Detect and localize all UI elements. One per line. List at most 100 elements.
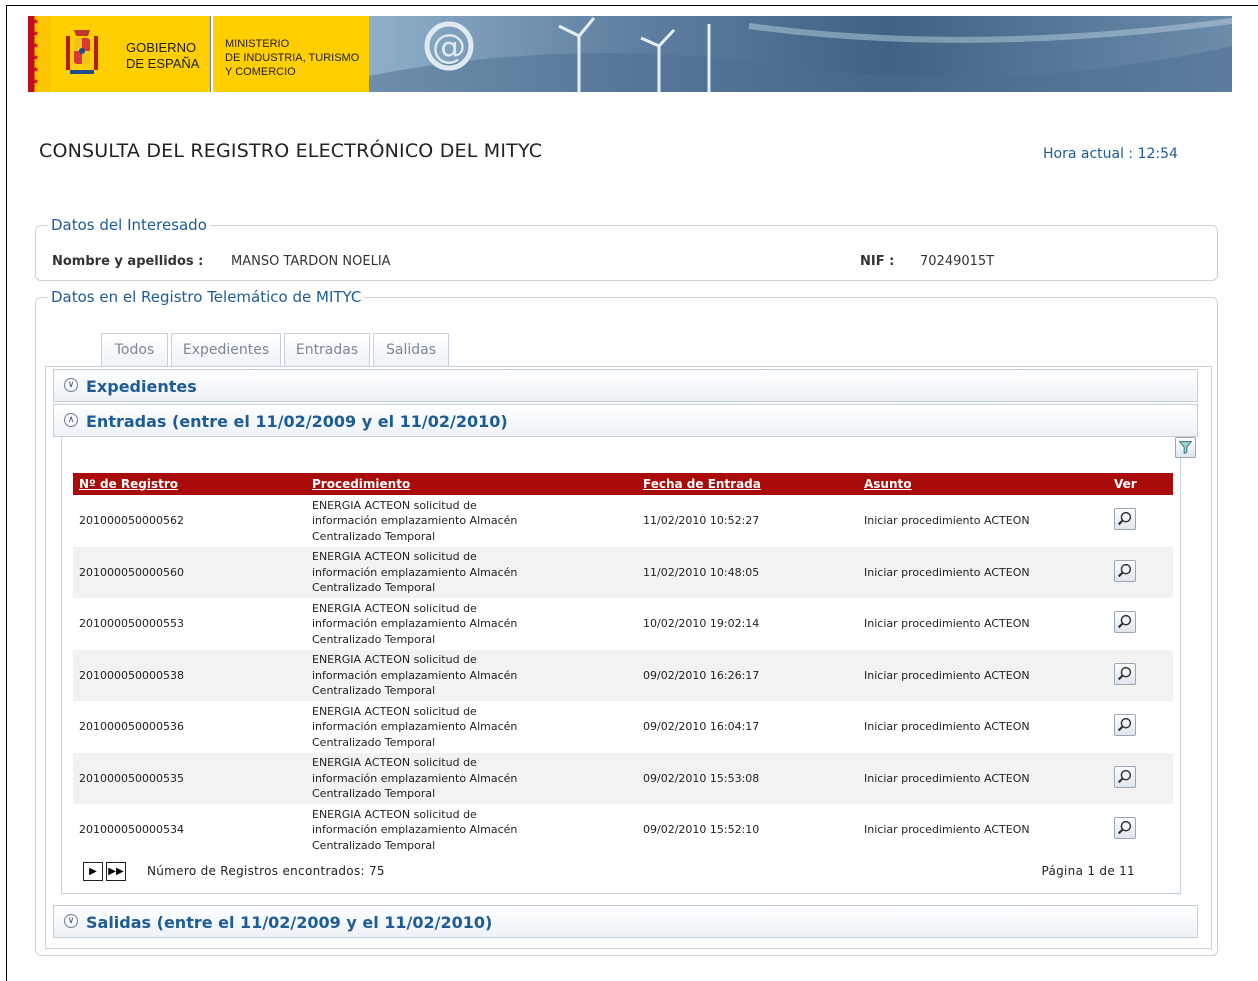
proc-line-1: ENERGIA ACTEON solicitud de bbox=[312, 653, 477, 666]
salidas-panel-title: Salidas (entre el 11/02/2009 y el 11/02/… bbox=[86, 913, 493, 932]
magnifier-icon[interactable] bbox=[1114, 611, 1136, 633]
proc-line-2: información emplazamiento Almacén bbox=[312, 668, 518, 682]
chevron-down-icon[interactable]: ∨ bbox=[64, 378, 78, 392]
name-value: MANSO TARDON NOELIA bbox=[231, 254, 391, 269]
tab-entradas[interactable]: Entradas bbox=[284, 333, 370, 366]
proc-line-2: información emplazamiento Almacén bbox=[312, 617, 518, 630]
cell-ver bbox=[1108, 495, 1173, 547]
interesado-fieldset bbox=[35, 225, 1218, 281]
proc-line-2: información emplazamiento Almacén bbox=[312, 771, 518, 785]
col-registro[interactable]: Nº de Registro bbox=[73, 473, 306, 495]
cell-ver bbox=[1108, 701, 1173, 753]
col-fecha[interactable]: Fecha de Entrada bbox=[637, 473, 858, 495]
proc-line-1: ENERGIA ACTEON solicitud de bbox=[312, 498, 477, 512]
cell-fecha: 09/02/2010 15:52:10 bbox=[643, 823, 760, 836]
proc-line-2: información emplazamiento Almacén bbox=[312, 720, 518, 733]
col-procedimiento[interactable]: Procedimiento bbox=[306, 473, 637, 495]
proc-line-2: información emplazamiento Almacén bbox=[312, 514, 518, 527]
cell-asunto: Iniciar procedimiento ACTEON bbox=[864, 617, 1030, 630]
last-page-icon[interactable]: ▶▶ bbox=[106, 862, 126, 881]
cell-fecha: 09/02/2010 15:53:08 bbox=[637, 752, 858, 804]
tab-todos[interactable]: Todos bbox=[101, 333, 168, 366]
proc-line-2: información emplazamiento Almacén bbox=[312, 823, 518, 836]
gobierno-logo: GOBIERNO DE ESPAÑA bbox=[50, 16, 210, 92]
page-title: CONSULTA DEL REGISTRO ELECTRÓNICO DEL MI… bbox=[39, 140, 543, 162]
expedientes-panel-header[interactable]: ∨ Expedientes bbox=[53, 369, 1198, 402]
cell-ver bbox=[1108, 752, 1173, 804]
chevron-up-icon[interactable]: ∧ bbox=[64, 413, 78, 427]
entradas-table: Nº de Registro Procedimiento Fecha de En… bbox=[73, 473, 1173, 856]
proc-line-3: Centralizado Temporal bbox=[312, 838, 436, 852]
gobierno-text: GOBIERNO DE ESPAÑA bbox=[126, 40, 199, 72]
chevron-down-icon[interactable]: ∨ bbox=[64, 914, 78, 928]
cell-asunto: Iniciar procedimiento ACTEON bbox=[858, 546, 1108, 598]
cell-registro: 201000050000553 bbox=[79, 617, 184, 630]
magnifier-icon[interactable] bbox=[1114, 559, 1136, 582]
cell-ver bbox=[1108, 546, 1173, 598]
proc-line-3: Centralizado Temporal bbox=[312, 787, 436, 800]
next-page-icon[interactable]: ▶ bbox=[83, 862, 103, 881]
ministry-line-1: MINISTERIO bbox=[225, 38, 290, 50]
filter-icon[interactable] bbox=[1175, 437, 1196, 458]
sort-procedimiento-link[interactable]: Procedimiento bbox=[312, 477, 410, 491]
cell-procedimiento: ENERGIA ACTEON solicitud de información e… bbox=[306, 804, 637, 856]
proc-line-2: información emplazamiento Almacén bbox=[312, 565, 518, 579]
tab-expedientes[interactable]: Expedientes bbox=[171, 333, 281, 366]
sort-asunto-link[interactable]: Asunto bbox=[864, 477, 912, 491]
cell-registro: 201000050000538 bbox=[73, 649, 306, 701]
cell-procedimiento: ENERGIA ACTEON solicitud de información e… bbox=[306, 752, 637, 804]
cell-procedimiento: ENERGIA ACTEON solicitud de información e… bbox=[306, 598, 637, 650]
cell-registro: 201000050000560 bbox=[73, 546, 306, 598]
proc-line-3: Centralizado Temporal bbox=[312, 735, 436, 749]
cell-fecha: 09/02/2010 16:04:17 bbox=[643, 720, 760, 733]
page-indicator: Página 1 de 11 bbox=[1041, 864, 1135, 878]
svg-text:@: @ bbox=[432, 27, 466, 67]
cell-procedimiento: ENERGIA ACTEON solicitud de información e… bbox=[306, 701, 637, 753]
cell-ver bbox=[1108, 649, 1173, 701]
cell-asunto: Iniciar procedimiento ACTEON bbox=[858, 649, 1108, 701]
magnifier-icon[interactable] bbox=[1114, 765, 1136, 788]
coat-of-arms-icon bbox=[66, 30, 98, 74]
cell-asunto: Iniciar procedimiento ACTEON bbox=[864, 823, 1030, 836]
table-row: 201000050000538 ENERGIA ACTEON solicitud … bbox=[73, 649, 1173, 701]
gov-line-1: GOBIERNO bbox=[126, 40, 197, 55]
sort-registro-link[interactable]: Nº de Registro bbox=[79, 477, 178, 491]
cell-ver bbox=[1108, 804, 1173, 856]
proc-line-3: Centralizado Temporal bbox=[312, 684, 436, 697]
cell-asunto: Iniciar procedimiento ACTEON bbox=[864, 514, 1030, 527]
magnifier-icon[interactable] bbox=[1114, 714, 1136, 736]
cell-registro: 201000050000535 bbox=[73, 752, 306, 804]
table-row: 201000050000553 ENERGIA ACTEON solicitud … bbox=[73, 598, 1173, 650]
salidas-panel-header[interactable]: ∨ Salidas (entre el 11/02/2009 y el 11/0… bbox=[53, 905, 1198, 938]
tab-salidas[interactable]: Salidas bbox=[373, 333, 449, 366]
header-banner: ★ ★ ★ ★ ★ ★ GOBIERNO DE ESPAÑA MINISTERIO DE … bbox=[28, 16, 1232, 92]
proc-line-1: ENERGIA ACTEON solicitud de bbox=[312, 601, 477, 615]
cell-asunto: Iniciar procedimiento ACTEON bbox=[858, 752, 1108, 804]
table-row: 201000050000560 ENERGIA ACTEON solicitud … bbox=[73, 546, 1173, 598]
cell-procedimiento: ENERGIA ACTEON solicitud de información e… bbox=[306, 649, 637, 701]
magnifier-icon[interactable] bbox=[1114, 662, 1136, 685]
cell-ver bbox=[1108, 598, 1173, 650]
proc-line-1: ENERGIA ACTEON solicitud de bbox=[312, 550, 477, 563]
interesado-legend: Datos del Interesado bbox=[48, 216, 210, 234]
col-asunto[interactable]: Asunto bbox=[858, 473, 1108, 495]
proc-line-3: Centralizado Temporal bbox=[312, 632, 436, 646]
registro-legend: Datos en el Registro Telemático de MITYC bbox=[48, 288, 365, 306]
magnifier-icon[interactable] bbox=[1114, 817, 1136, 839]
expedientes-panel-title: Expedientes bbox=[86, 377, 197, 396]
sort-fecha-link[interactable]: Fecha de Entrada bbox=[643, 477, 761, 491]
pagination: ▶ ▶▶ Número de Registros encontrados: 75… bbox=[83, 862, 1143, 882]
gov-line-2: DE ESPAÑA bbox=[126, 56, 200, 71]
proc-line-1: ENERGIA ACTEON solicitud de bbox=[312, 704, 477, 718]
ministry-line-3: Y COMERCIO bbox=[225, 66, 296, 78]
proc-line-3: Centralizado Temporal bbox=[312, 529, 436, 543]
table-row: 201000050000534 ENERGIA ACTEON solicitud … bbox=[73, 804, 1173, 856]
nif-label: NIF : bbox=[860, 254, 895, 269]
entradas-panel-header[interactable]: ∧ Entradas (entre el 11/02/2009 y el 11/… bbox=[53, 404, 1198, 437]
eu-flag-strip: ★ ★ ★ ★ ★ ★ bbox=[28, 16, 50, 92]
magnifier-icon[interactable] bbox=[1114, 508, 1136, 530]
proc-line-1: ENERGIA ACTEON solicitud de bbox=[312, 807, 477, 821]
cell-procedimiento: ENERGIA ACTEON solicitud de información e… bbox=[306, 495, 637, 547]
table-row: 201000050000536 ENERGIA ACTEON solicitud … bbox=[73, 701, 1173, 753]
cell-fecha: 10/02/2010 19:02:14 bbox=[643, 617, 760, 630]
